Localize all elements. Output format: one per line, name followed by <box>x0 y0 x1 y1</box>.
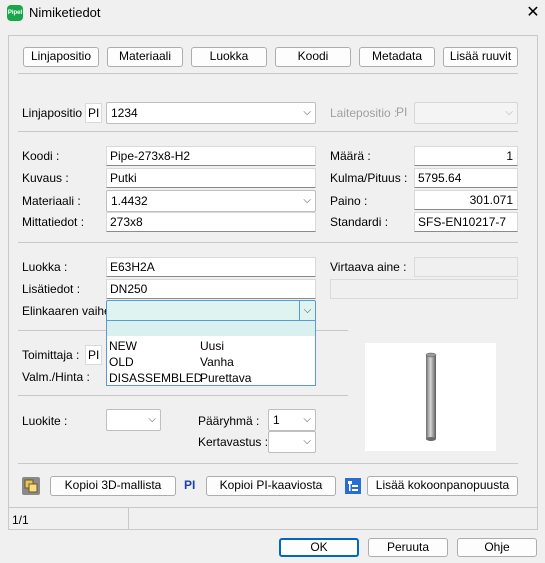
ok-button[interactable]: OK <box>279 538 359 557</box>
weight-label: Paino : <box>330 194 368 208</box>
angle-length-label: Kulma/Pituus : <box>330 171 408 185</box>
help-button[interactable]: Ohje <box>457 538 537 557</box>
copy-from-pi-button[interactable]: Kopioi PI-kaaviosta <box>206 476 336 496</box>
description-label: Kuvaus : <box>22 171 69 185</box>
device-position-label: Laitepositio : <box>330 106 398 120</box>
luokite-select[interactable]: ⌵ <box>106 409 161 431</box>
class-field[interactable]: E63H2A <box>106 257 316 277</box>
price-label: Valm./Hinta : <box>22 370 90 384</box>
chevron-down-icon: ⌵ <box>505 107 513 118</box>
tab-materiaali[interactable]: Materiaali <box>107 47 183 67</box>
divider <box>18 73 518 74</box>
main-group-select[interactable]: 1 ⌵ <box>268 409 316 431</box>
quantity-label: Määrä : <box>330 149 371 163</box>
divider <box>18 463 518 464</box>
class-label: Luokka : <box>22 260 68 274</box>
window-title: Nimiketiedot <box>29 5 101 20</box>
standard-label: Standardi : <box>330 215 389 229</box>
material-label: Materiaali : <box>22 194 81 208</box>
copy-from-3d-button[interactable]: Kopioi 3D-mallista <box>50 476 176 496</box>
angle-length-field[interactable]: 5795.64 <box>414 168 518 188</box>
extra-info-field[interactable]: DN250 <box>106 279 316 299</box>
divider <box>18 395 348 396</box>
chevron-down-icon: ⌵ <box>303 414 311 425</box>
chevron-down-icon: ⌵ <box>299 301 315 321</box>
fluid-extra-field <box>330 279 518 299</box>
assembly-tree-icon[interactable] <box>344 477 362 495</box>
supplier-pi-tag: PI <box>85 345 103 365</box>
lifecycle-dropdown-list: NEW Uusi OLD Vanha DISASSEMBLED Purettav… <box>106 320 316 386</box>
device-position-select[interactable]: ⌵ <box>414 102 518 124</box>
fluid-field[interactable] <box>414 257 518 277</box>
code-label: Koodi : <box>22 149 60 163</box>
dropdown-option-blank[interactable] <box>107 321 315 336</box>
divider <box>18 131 518 132</box>
device-pi-tag: PI <box>396 105 408 119</box>
supplier-label: Toimittaja : <box>22 348 80 362</box>
chevron-down-icon: ⌵ <box>303 436 311 447</box>
app-logo-icon: PipeI <box>7 5 23 21</box>
dimensions-field[interactable]: 273x8 <box>106 212 316 232</box>
standard-field[interactable]: SFS-EN10217-7 <box>414 212 518 232</box>
option-code: OLD <box>109 355 134 369</box>
fluid-label: Virtaava aine : <box>330 260 407 274</box>
tab-metadata[interactable]: Metadata <box>359 47 435 67</box>
weight-field[interactable]: 301.071 <box>414 190 518 210</box>
extra-info-label: Lisätiedot : <box>22 282 81 296</box>
quantity-field[interactable]: 1 <box>414 146 518 166</box>
tab-luokka[interactable]: Luokka <box>191 47 267 67</box>
option-name: Purettava <box>200 371 252 385</box>
luokite-label: Luokite : <box>22 414 68 428</box>
tab-lisaa-ruuvit[interactable]: Lisää ruuvit <box>443 47 518 67</box>
tab-koodi[interactable]: Koodi <box>275 47 351 67</box>
divider <box>18 242 518 243</box>
dimensions-label: Mittatiedot : <box>22 215 85 229</box>
copy-3d-icon[interactable] <box>22 477 40 495</box>
close-icon[interactable]: ✕ <box>524 2 542 22</box>
line-pi-tag: PI <box>85 103 103 123</box>
main-group-label: Pääryhmä : <box>198 414 260 428</box>
material-select[interactable]: 1.4432 ⌵ <box>106 190 316 212</box>
tab-linjapositio[interactable]: Linjapositio <box>23 47 99 67</box>
option-name: Uusi <box>200 339 225 353</box>
add-from-assembly-tree-button[interactable]: Lisää kokoonpanopuusta <box>367 476 518 496</box>
cancel-button[interactable]: Peruuta <box>368 538 448 557</box>
material-value: 1.4432 <box>111 194 148 208</box>
description-field[interactable]: Putki <box>106 168 316 188</box>
pipe-3d-icon <box>425 352 437 441</box>
chevron-down-icon: ⌵ <box>148 414 156 425</box>
lifecycle-label: Elinkaaren vaihe : <box>22 304 118 318</box>
dropdown-option-new[interactable]: NEW Uusi <box>107 339 315 354</box>
main-group-value: 1 <box>273 413 280 427</box>
option-code: DISASSEMBLED <box>109 371 203 385</box>
status-separator <box>128 508 129 530</box>
multiplier-label: Kertavastus : <box>198 435 269 449</box>
model-preview <box>365 343 496 451</box>
line-position-select[interactable]: 1234 ⌵ <box>106 102 316 124</box>
multiplier-select[interactable]: ⌵ <box>268 431 316 453</box>
chevron-down-icon: ⌵ <box>303 195 311 206</box>
divider <box>8 507 538 508</box>
dropdown-option-disassembled[interactable]: DISASSEMBLED Purettava <box>107 371 315 386</box>
code-field[interactable]: Pipe-273x8-H2 <box>106 146 316 166</box>
option-name: Vanha <box>200 355 234 369</box>
line-position-value: 1234 <box>111 106 138 120</box>
option-code: NEW <box>109 339 137 353</box>
lifecycle-select[interactable]: ⌵ <box>106 300 316 322</box>
pi-logo: PI <box>184 478 196 492</box>
line-position-label: Linjapositio : <box>22 106 89 120</box>
dropdown-option-old[interactable]: OLD Vanha <box>107 355 315 370</box>
chevron-down-icon: ⌵ <box>303 107 311 118</box>
record-counter: 1/1 <box>12 513 29 527</box>
